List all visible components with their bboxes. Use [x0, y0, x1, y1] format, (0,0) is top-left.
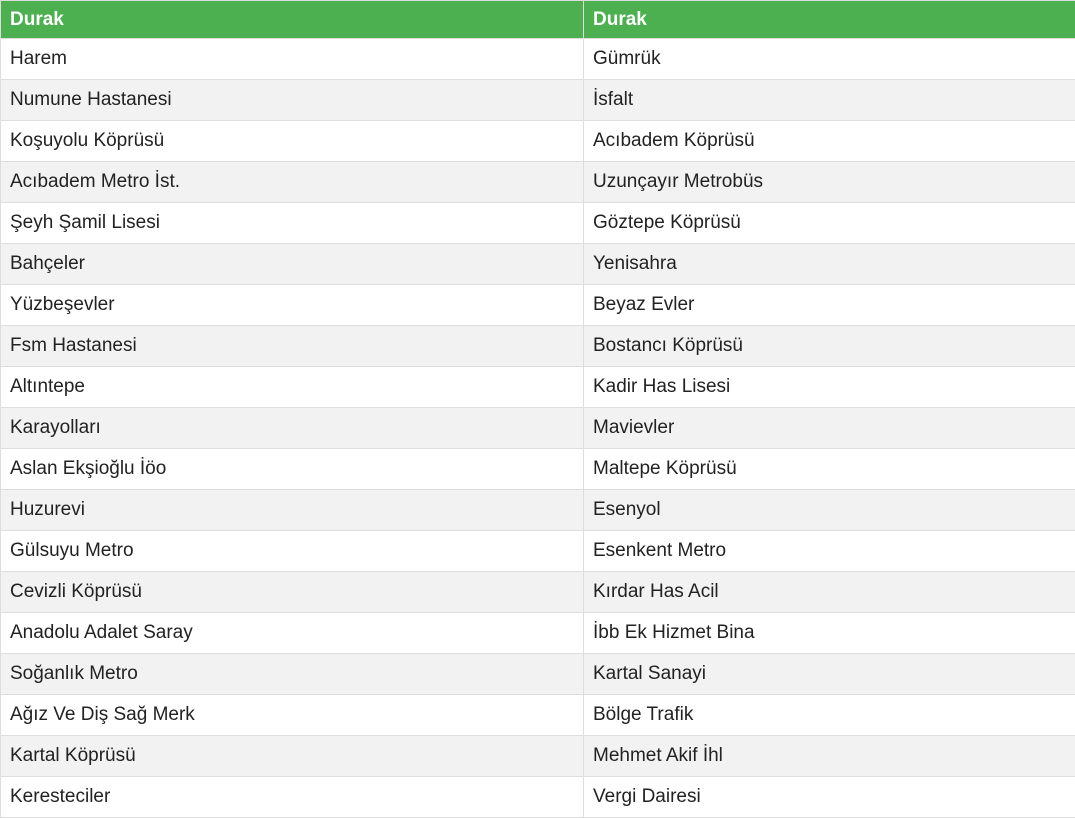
table-row: BahçelerYenisahra — [1, 244, 1075, 285]
table-header-row: Durak Durak — [1, 1, 1075, 39]
table-row: Soğanlık MetroKartal Sanayi — [1, 654, 1075, 695]
stop-cell-left: Fsm Hastanesi — [1, 326, 584, 367]
table-row: Anadolu Adalet Sarayİbb Ek Hizmet Bina — [1, 613, 1075, 654]
stop-cell-left: Altıntepe — [1, 367, 584, 408]
stop-cell-left: Gülsuyu Metro — [1, 531, 584, 572]
stop-cell-left: Aslan Ekşioğlu İöo — [1, 449, 584, 490]
stop-cell-right: Göztepe Köprüsü — [584, 203, 1075, 244]
table-row: Acıbadem Metro İst.Uzunçayır Metrobüs — [1, 162, 1075, 203]
table-row: KerestecilerVergi Dairesi — [1, 777, 1075, 818]
stop-cell-right: Mehmet Akif İhl — [584, 736, 1075, 777]
stop-cell-left: Numune Hastanesi — [1, 80, 584, 121]
stop-cell-left: Koşuyolu Köprüsü — [1, 121, 584, 162]
stop-cell-right: Gümrük — [584, 39, 1075, 80]
stop-cell-right: Esenkent Metro — [584, 531, 1075, 572]
stop-cell-left: Acıbadem Metro İst. — [1, 162, 584, 203]
stop-cell-right: Bölge Trafik — [584, 695, 1075, 736]
stop-cell-right: İsfalt — [584, 80, 1075, 121]
table-row: Numune Hastanesiİsfalt — [1, 80, 1075, 121]
stop-cell-right: Uzunçayır Metrobüs — [584, 162, 1075, 203]
stop-cell-left: Soğanlık Metro — [1, 654, 584, 695]
table-row: Gülsuyu MetroEsenkent Metro — [1, 531, 1075, 572]
stop-cell-right: İbb Ek Hizmet Bina — [584, 613, 1075, 654]
table-row: Fsm HastanesiBostancı Köprüsü — [1, 326, 1075, 367]
table-row: Cevizli KöprüsüKırdar Has Acil — [1, 572, 1075, 613]
stop-cell-left: Ağız Ve Diş Sağ Merk — [1, 695, 584, 736]
stop-cell-right: Yenisahra — [584, 244, 1075, 285]
stop-cell-right: Vergi Dairesi — [584, 777, 1075, 818]
stops-table: Durak Durak HaremGümrükNumune Hastanesiİ… — [0, 0, 1075, 818]
table-row: Şeyh Şamil LisesiGöztepe Köprüsü — [1, 203, 1075, 244]
stop-cell-right: Esenyol — [584, 490, 1075, 531]
stop-cell-left: Kartal Köprüsü — [1, 736, 584, 777]
table-row: HuzureviEsenyol — [1, 490, 1075, 531]
stop-cell-left: Bahçeler — [1, 244, 584, 285]
table-row: HaremGümrük — [1, 39, 1075, 80]
stop-cell-right: Acıbadem Köprüsü — [584, 121, 1075, 162]
stop-cell-right: Kartal Sanayi — [584, 654, 1075, 695]
stop-cell-right: Bostancı Köprüsü — [584, 326, 1075, 367]
stop-cell-left: Karayolları — [1, 408, 584, 449]
stop-cell-left: Huzurevi — [1, 490, 584, 531]
stop-cell-right: Kırdar Has Acil — [584, 572, 1075, 613]
column-header-stop-right: Durak — [584, 1, 1075, 39]
table-row: Kartal KöprüsüMehmet Akif İhl — [1, 736, 1075, 777]
stop-cell-left: Yüzbeşevler — [1, 285, 584, 326]
column-header-stop-left: Durak — [1, 1, 584, 39]
stop-cell-right: Beyaz Evler — [584, 285, 1075, 326]
table-row: KarayollarıMavievler — [1, 408, 1075, 449]
table-row: AltıntepeKadir Has Lisesi — [1, 367, 1075, 408]
table-row: YüzbeşevlerBeyaz Evler — [1, 285, 1075, 326]
stop-cell-left: Cevizli Köprüsü — [1, 572, 584, 613]
stop-cell-left: Anadolu Adalet Saray — [1, 613, 584, 654]
stop-cell-right: Maltepe Köprüsü — [584, 449, 1075, 490]
table-row: Koşuyolu KöprüsüAcıbadem Köprüsü — [1, 121, 1075, 162]
stop-cell-left: Keresteciler — [1, 777, 584, 818]
stop-cell-left: Şeyh Şamil Lisesi — [1, 203, 584, 244]
table-row: Aslan Ekşioğlu İöoMaltepe Köprüsü — [1, 449, 1075, 490]
table-body: HaremGümrükNumune HastanesiİsfaltKoşuyol… — [1, 39, 1075, 818]
stop-cell-right: Mavievler — [584, 408, 1075, 449]
table-row: Ağız Ve Diş Sağ MerkBölge Trafik — [1, 695, 1075, 736]
stop-cell-right: Kadir Has Lisesi — [584, 367, 1075, 408]
stop-cell-left: Harem — [1, 39, 584, 80]
